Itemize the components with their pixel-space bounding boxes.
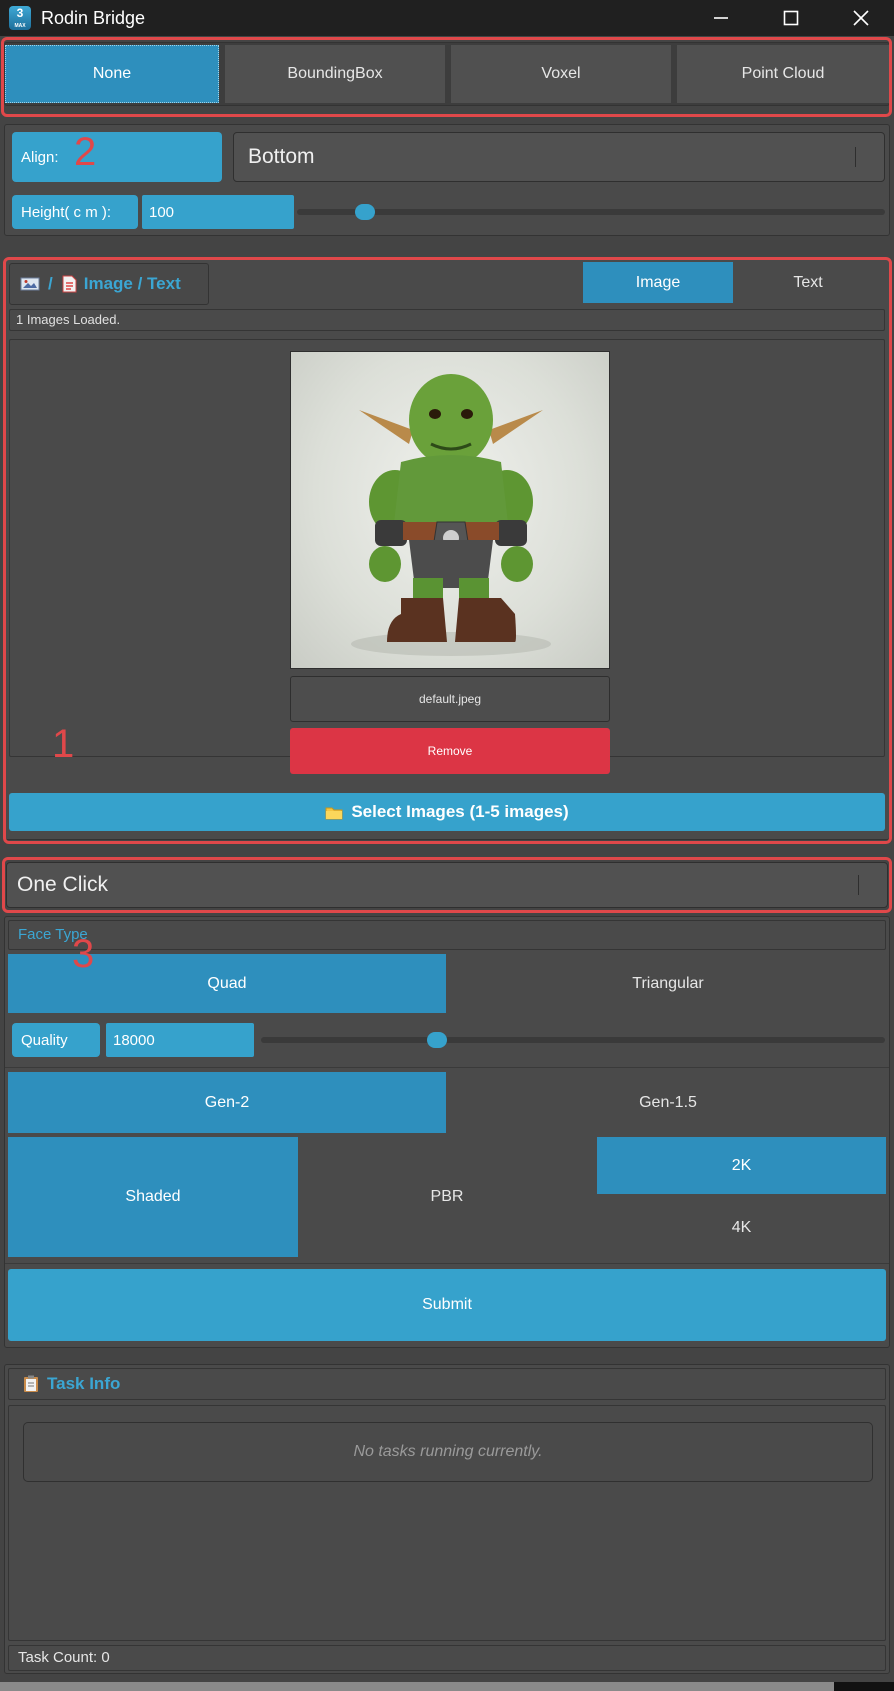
title-bar: 3 MAX Rodin Bridge xyxy=(0,0,894,36)
select-images-button[interactable]: Select Images (1-5 images) xyxy=(9,793,885,831)
height-label: Height( c m ): xyxy=(12,195,138,229)
mode-dropdown[interactable]: One Click xyxy=(6,862,888,908)
window-maximize-icon xyxy=(783,10,799,26)
image-filename: default.jpeg xyxy=(290,676,610,722)
desktop-corner xyxy=(834,1682,894,1691)
submit-button[interactable]: Submit xyxy=(8,1269,886,1341)
task-count: Task Count: 0 xyxy=(8,1645,886,1671)
gen-1-5-option[interactable]: Gen-1.5 xyxy=(450,1072,886,1133)
quality-slider-handle[interactable] xyxy=(427,1032,447,1048)
quality-label: Quality xyxy=(12,1023,100,1057)
input-section-panel: / Image / Text Image Text 1 Images Loade… xyxy=(4,258,890,840)
height-slider-track[interactable] xyxy=(297,209,885,215)
bbox-tabs-panel: None BoundingBox Voxel Point Cloud xyxy=(4,42,890,106)
face-type-triangular[interactable]: Triangular xyxy=(450,954,886,1013)
task-list-area: No tasks running currently. xyxy=(8,1405,886,1641)
document-icon xyxy=(62,275,77,293)
align-dropdown[interactable]: Bottom xyxy=(233,132,885,182)
app-icon-text: 3 xyxy=(16,6,24,20)
align-label: Align: xyxy=(12,132,222,182)
maximize-button[interactable] xyxy=(756,0,826,36)
dropdown-separator xyxy=(858,875,859,895)
align-height-panel: Align: Bottom Height( c m ): 100 xyxy=(4,124,890,236)
images-loaded-status: 1 Images Loaded. xyxy=(9,309,885,331)
folder-icon xyxy=(325,807,343,819)
height-input[interactable]: 100 xyxy=(142,195,294,229)
task-info-title: Task Info xyxy=(47,1374,121,1393)
quality-input[interactable]: 18000 xyxy=(106,1023,254,1057)
clipboard-icon xyxy=(24,1375,38,1392)
material-shaded[interactable]: Shaded xyxy=(8,1137,298,1257)
window-title: Rodin Bridge xyxy=(41,7,146,28)
resolution-4k[interactable]: 4K xyxy=(597,1198,886,1257)
goblin-image-thumbnail[interactable] xyxy=(290,351,610,669)
window-minimize-icon xyxy=(714,17,728,19)
window-bottom-edge xyxy=(0,1682,834,1691)
image-icon xyxy=(20,277,40,291)
tab-text[interactable]: Text xyxy=(733,262,883,303)
quality-slider-track[interactable] xyxy=(261,1037,885,1043)
tab-none[interactable]: None xyxy=(5,45,219,103)
image-preview-area: default.jpeg Remove xyxy=(9,339,885,774)
3dsmax-app-icon: 3 MAX xyxy=(9,6,31,30)
divider xyxy=(5,1067,889,1068)
tab-image[interactable]: Image xyxy=(583,262,733,303)
gen-2-option[interactable]: Gen-2 xyxy=(8,1072,446,1133)
face-type-label: Face Type xyxy=(8,920,886,950)
input-section-title: Image / Text xyxy=(83,274,181,293)
empty-tasks-message: No tasks running currently. xyxy=(23,1422,873,1482)
remove-image-button[interactable]: Remove xyxy=(290,728,610,774)
annotation-number-2: 2 xyxy=(74,130,97,174)
height-slider-handle[interactable] xyxy=(355,204,375,220)
goblin-figure xyxy=(351,374,551,656)
tab-voxel[interactable]: Voxel xyxy=(451,45,671,103)
divider xyxy=(5,1263,889,1264)
minimize-button[interactable] xyxy=(686,0,756,36)
task-info-header: Task Info xyxy=(8,1368,886,1400)
select-images-label: Select Images (1-5 images) xyxy=(351,802,569,821)
header-separator: / xyxy=(48,274,53,293)
input-section-header: / Image / Text xyxy=(9,263,209,305)
align-dropdown-value: Bottom xyxy=(248,145,315,168)
resolution-2k[interactable]: 2K xyxy=(597,1137,886,1194)
annotation-number-3: 3 xyxy=(72,932,95,976)
app-icon-subtext: MAX xyxy=(14,23,26,29)
mode-dropdown-value: One Click xyxy=(17,873,109,896)
tab-point-cloud[interactable]: Point Cloud xyxy=(677,45,889,103)
material-pbr[interactable]: PBR xyxy=(302,1137,592,1257)
close-button[interactable] xyxy=(826,0,894,36)
window-close-icon xyxy=(853,10,869,26)
dropdown-separator xyxy=(855,147,856,167)
tab-boundingbox[interactable]: BoundingBox xyxy=(225,45,445,103)
task-info-panel: Task Info No tasks running currently. Ta… xyxy=(4,1364,890,1674)
settings-panel: Face Type Quad Triangular Quality 18000 … xyxy=(4,916,890,1348)
annotation-number-1: 1 xyxy=(52,722,75,766)
